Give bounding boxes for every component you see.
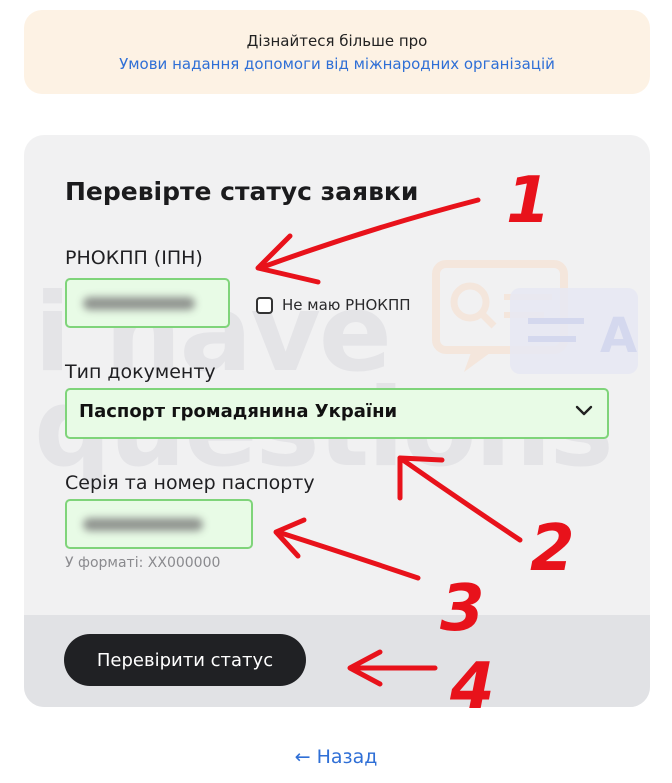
no-rnokpp-checkbox-row[interactable]: Не маю РНОКПП [256,294,411,316]
svg-text:A: A [600,308,637,364]
passport-input[interactable] [65,499,253,549]
rnokpp-input[interactable] [65,278,230,328]
info-banner-text: Дізнайтеся більше про [246,32,428,50]
chevron-down-icon [575,405,593,416]
passport-format-hint: У форматі: ХХ000000 [65,555,221,571]
form-title: Перевірте статус заявки [65,177,419,206]
rnokpp-label: РНОКПП (ІПН) [65,247,203,269]
no-rnokpp-label: Не маю РНОКПП [282,296,411,314]
info-banner: Дізнайтеся більше про Умови надання допо… [24,10,650,94]
check-status-button[interactable]: Перевірити статус [64,634,306,686]
no-rnokpp-checkbox[interactable] [256,296,273,314]
status-check-card: i have questions A Перевірте статус заяв… [24,135,650,707]
watermark-logo-icon: A [432,260,638,374]
assistance-terms-link[interactable]: Умови надання допомоги від міжнародних о… [24,55,650,73]
doc-type-select[interactable]: Паспорт громадянина України [65,388,609,439]
passport-value-redacted [83,518,203,531]
doc-type-selected-value: Паспорт громадянина України [79,401,398,422]
back-link[interactable]: ← Назад [0,746,672,768]
rnokpp-value-redacted [83,297,195,310]
passport-label: Серія та номер паспорту [65,472,315,494]
doc-type-label: Тип документу [65,361,216,383]
